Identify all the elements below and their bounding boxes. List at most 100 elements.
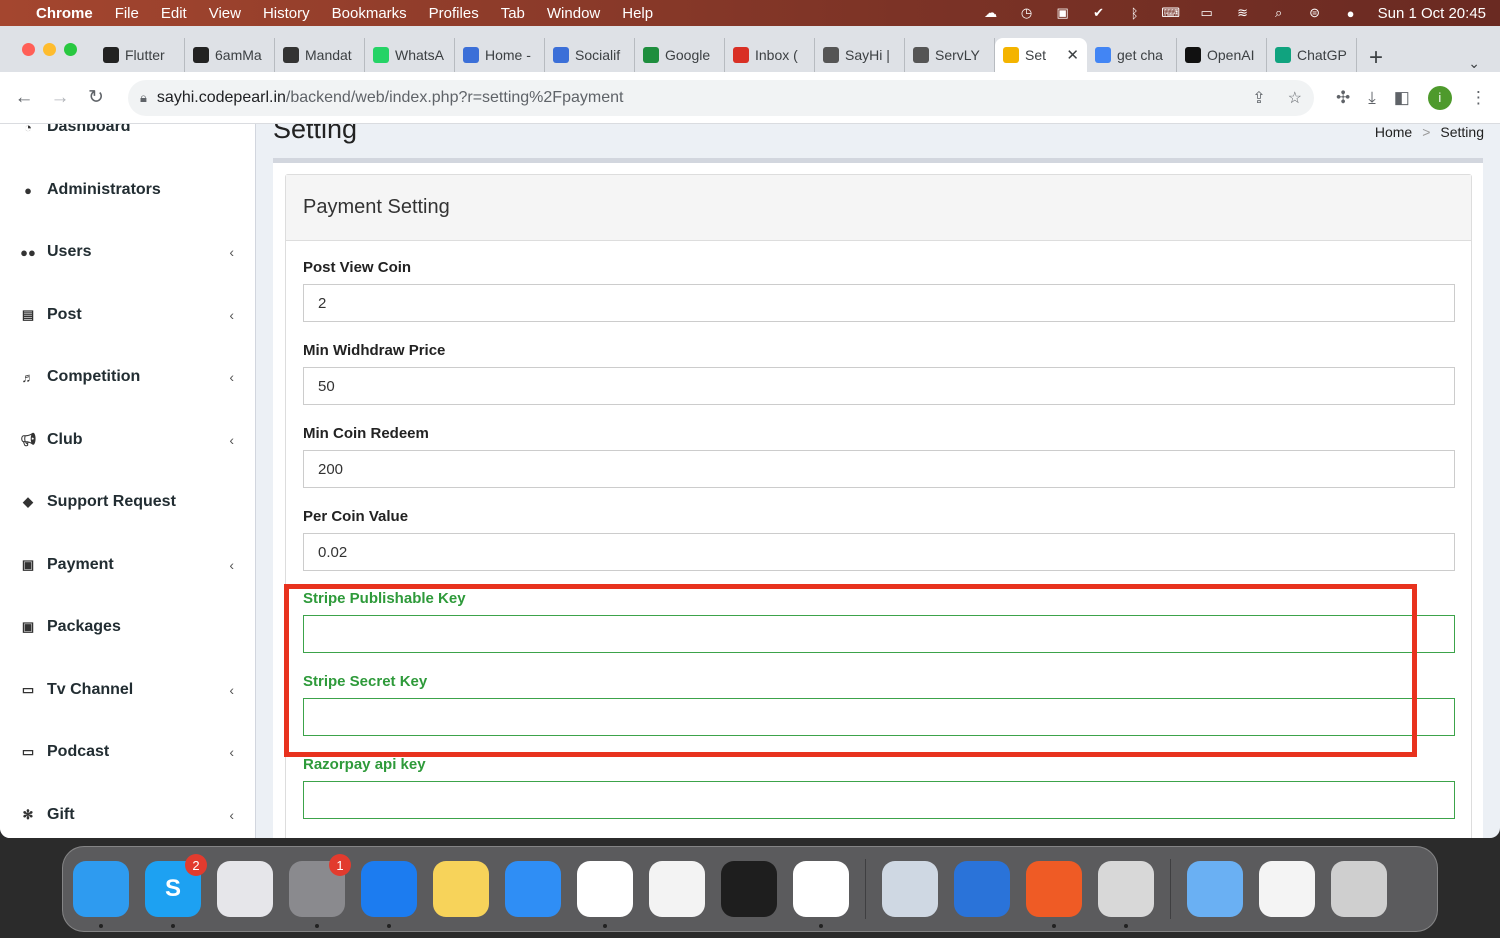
browser-tab[interactable]: Inbox (: [725, 38, 815, 72]
sidebar-item-podcast[interactable]: ▭ Podcast ‹: [0, 732, 256, 772]
close-window-button[interactable]: [22, 42, 35, 56]
per-coin-value-input[interactable]: 0.02: [303, 533, 1455, 571]
tab-search-chevron-icon[interactable]: ⌄: [1468, 55, 1480, 72]
battery-icon[interactable]: ▭: [1198, 5, 1216, 20]
siri-icon[interactable]: ●: [1342, 6, 1360, 21]
xcode-icon[interactable]: [361, 861, 417, 928]
min-widhdraw-price-input[interactable]: 50: [303, 367, 1455, 405]
sidebar-item-support-request[interactable]: ◆ Support Request: [0, 482, 256, 522]
menu-profiles[interactable]: Profiles: [429, 5, 479, 22]
browser-tab[interactable]: WhatsA: [365, 38, 455, 72]
money-icon: ▣: [21, 557, 35, 572]
new-tab-button[interactable]: +: [1357, 44, 1395, 72]
sidebar-item-payment[interactable]: ▣ Payment ‹: [0, 545, 256, 585]
chrome-icon[interactable]: [577, 861, 633, 928]
menu-window[interactable]: Window: [547, 5, 600, 22]
min-coin-redeem-input[interactable]: 200: [303, 450, 1455, 488]
menu-app-name[interactable]: Chrome: [36, 5, 93, 22]
browser-tab[interactable]: ServLY: [905, 38, 995, 72]
razorpay-api-key-input[interactable]: [303, 781, 1455, 819]
sidebar-item-gift[interactable]: ✻ Gift ‹: [0, 795, 256, 835]
control-center-icon[interactable]: ⊜: [1306, 5, 1324, 20]
time-machine-icon[interactable]: ◷: [1018, 5, 1036, 20]
textedit-icon[interactable]: [649, 861, 705, 917]
maximize-window-button[interactable]: [64, 42, 77, 56]
notes-icon[interactable]: [433, 861, 489, 917]
browser-tab[interactable]: Google: [635, 38, 725, 72]
menu-help[interactable]: Help: [622, 5, 653, 22]
menu-bookmarks[interactable]: Bookmarks: [332, 5, 407, 22]
menu-view[interactable]: View: [209, 5, 241, 22]
reload-icon[interactable]: ↻: [78, 86, 114, 109]
extensions-puzzle-icon[interactable]: ✣: [1336, 88, 1350, 108]
sidebar-item-label: Packages: [47, 618, 121, 635]
forward-arrow-icon[interactable]: →: [42, 87, 78, 109]
folder-icon[interactable]: [1187, 861, 1243, 917]
main-content: Setting Home > Setting Payment Setting P…: [257, 124, 1500, 838]
launchpad-icon[interactable]: [217, 861, 273, 917]
checkmark-icon[interactable]: ✔: [1090, 5, 1108, 20]
stripe-secret-key-input[interactable]: [303, 698, 1455, 736]
breadcrumb-home-link[interactable]: Home: [1375, 124, 1412, 140]
browser-tab[interactable]: SayHi |: [815, 38, 905, 72]
sidebar-item-dashboard[interactable]: ◔ Dashboard: [0, 124, 256, 147]
browser-tab[interactable]: Home -: [455, 38, 545, 72]
browser-tab[interactable]: get cha: [1087, 38, 1177, 72]
browser-tab[interactable]: Set ✕: [995, 38, 1087, 72]
sidebar-item-tv-channel[interactable]: ▭ Tv Channel ‹: [0, 670, 256, 710]
screenshot-icon[interactable]: [1259, 861, 1315, 917]
spotlight-search-icon[interactable]: ⌕: [1270, 5, 1288, 20]
bookmark-star-icon[interactable]: ☆: [1288, 88, 1302, 108]
menu-history[interactable]: History: [263, 5, 310, 22]
trash-icon[interactable]: [1331, 861, 1387, 917]
time-machine-icon[interactable]: [954, 861, 1010, 917]
close-tab-icon[interactable]: ✕: [1066, 46, 1079, 64]
globe-icon: [913, 47, 929, 63]
browser-tab[interactable]: Flutter: [95, 38, 185, 72]
more-menu-icon[interactable]: ⋮: [1470, 88, 1487, 108]
profile-avatar[interactable]: i: [1427, 85, 1452, 110]
browser-tab[interactable]: 6amMa: [185, 38, 275, 72]
creative-cloud-icon[interactable]: ☁: [982, 5, 1000, 20]
tab-label: Flutter: [125, 47, 165, 63]
keyboard-icon[interactable]: ⌨: [1161, 5, 1180, 20]
skype-icon[interactable]: S2: [145, 854, 207, 928]
postman-icon[interactable]: [1026, 861, 1082, 928]
lock-icon[interactable]: 🔒︎: [140, 90, 147, 106]
tab-label: Google: [665, 47, 711, 63]
browser-tab[interactable]: Mandat: [275, 38, 365, 72]
menu-file[interactable]: File: [115, 5, 139, 22]
chrome-apps-icon[interactable]: [1098, 861, 1154, 928]
chevron-left-icon: ‹: [229, 244, 234, 260]
side-panel-icon[interactable]: ◧: [1394, 88, 1410, 108]
address-bar[interactable]: 🔒︎ sayhi.codepearl.in/backend/web/index.…: [128, 79, 1314, 116]
sidebar-item-competition[interactable]: ♬ Competition ‹: [0, 357, 256, 397]
preview-icon[interactable]: [882, 861, 938, 917]
figma-icon[interactable]: [721, 861, 777, 917]
breadcrumb: Home > Setting: [1375, 124, 1484, 140]
minimize-window-button[interactable]: [43, 42, 56, 56]
stripe-publishable-key-input[interactable]: [303, 615, 1455, 653]
sidebar-item-packages[interactable]: ▣ Packages: [0, 607, 256, 647]
back-arrow-icon[interactable]: ←: [6, 87, 42, 109]
safari-icon[interactable]: [505, 861, 561, 917]
menu-tab[interactable]: Tab: [501, 5, 525, 22]
browser-tab[interactable]: ChatGP: [1267, 38, 1357, 72]
wifi-icon[interactable]: ≋: [1234, 5, 1252, 20]
share-icon[interactable]: ⇪: [1252, 88, 1265, 108]
system-settings-icon[interactable]: 1: [289, 854, 351, 928]
download-icon[interactable]: ⤓: [1368, 88, 1376, 108]
sidebar-item-administrators[interactable]: ● Administrators: [0, 170, 256, 210]
post-view-coin-input[interactable]: 2: [303, 284, 1455, 322]
sidebar-item-post[interactable]: ▤ Post ‹: [0, 295, 256, 335]
bluetooth-icon[interactable]: ᛒ: [1126, 6, 1144, 21]
sidebar-item-club[interactable]: 📢︎ Club ‹: [0, 420, 256, 460]
app-store-icon[interactable]: [793, 861, 849, 928]
menu-edit[interactable]: Edit: [161, 5, 187, 22]
browser-tab[interactable]: OpenAI: [1177, 38, 1267, 72]
sidebar-item-users[interactable]: ●● Users ‹: [0, 232, 256, 272]
browser-tab[interactable]: Socialif: [545, 38, 635, 72]
menu-clock[interactable]: Sun 1 Oct 20:45: [1378, 5, 1486, 22]
display-icon[interactable]: ▣: [1054, 5, 1072, 20]
finder-icon[interactable]: [73, 861, 129, 928]
